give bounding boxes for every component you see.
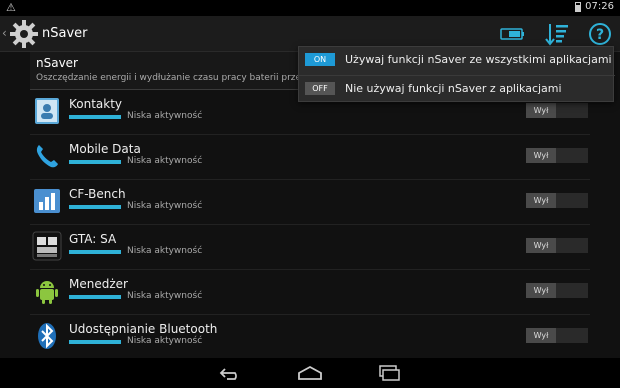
activity-bar xyxy=(69,115,121,119)
app-name: Mobile Data xyxy=(69,142,141,156)
recent-apps-icon xyxy=(379,365,400,381)
contacts-icon xyxy=(35,98,59,124)
activity-bar xyxy=(69,250,121,254)
app-name: Udostępnianie Bluetooth xyxy=(69,322,218,336)
android-icon xyxy=(36,281,58,304)
app-name: GTA: SA xyxy=(69,232,117,246)
app-toggle[interactable]: Wył xyxy=(526,328,588,343)
phone-icon xyxy=(36,145,58,168)
app-toggle[interactable]: Wył xyxy=(526,148,588,163)
activity-label: Niska aktywność xyxy=(127,246,203,256)
navigation-bar xyxy=(0,358,620,388)
list-item[interactable]: GTA: SA Niska aktywność Wył xyxy=(30,225,590,270)
global-toggle-menu: ON Używaj funkcji nSaver ze wszystkimi a… xyxy=(298,46,615,102)
gta-icon xyxy=(32,231,62,261)
menu-item-label: Używaj funkcji nSaver ze wszystkimi apli… xyxy=(345,53,612,66)
clock: 07:26 xyxy=(585,1,614,12)
activity-bar xyxy=(69,295,121,299)
toggle-label: Wył xyxy=(526,238,556,253)
activity-label: Niska aktywność xyxy=(127,156,203,166)
app-name: CF-Bench xyxy=(69,187,126,201)
battery-icon xyxy=(575,1,582,12)
back-chevron-icon[interactable]: ‹ xyxy=(2,26,7,40)
warning-icon: ⚠ xyxy=(6,1,16,14)
status-bar: ⚠ 07:26 xyxy=(0,0,620,16)
on-badge: ON xyxy=(305,53,335,66)
sort-icon xyxy=(545,24,568,46)
recent-apps-button[interactable] xyxy=(374,363,404,383)
app-toggle[interactable]: Wył xyxy=(526,283,588,298)
bar-chart-icon xyxy=(34,189,60,213)
help-button[interactable]: ? xyxy=(587,22,613,46)
toggle-label: Wył xyxy=(526,103,556,118)
activity-label: Niska aktywność xyxy=(127,111,203,121)
list-item[interactable]: Menedżer Niska aktywność Wył xyxy=(30,270,590,315)
home-button[interactable] xyxy=(295,363,325,383)
activity-bar xyxy=(69,160,121,164)
header-title: nSaver xyxy=(36,56,78,70)
activity-label: Niska aktywność xyxy=(127,201,203,211)
activity-bar xyxy=(69,205,121,209)
gear-icon[interactable] xyxy=(9,19,39,49)
app-title: nSaver xyxy=(42,26,88,41)
back-icon xyxy=(219,368,237,380)
app-name: Kontakty xyxy=(69,97,123,111)
app-toggle[interactable]: Wył xyxy=(526,103,588,118)
svg-text:?: ? xyxy=(596,27,604,43)
back-button[interactable] xyxy=(216,363,246,383)
app-toggle[interactable]: Wył xyxy=(526,193,588,208)
home-icon xyxy=(298,365,322,380)
toggle-label: Wył xyxy=(526,193,556,208)
toggle-label: Wył xyxy=(526,328,556,343)
list-item[interactable]: Udostępnianie Bluetooth Niska aktywność … xyxy=(30,315,590,360)
app-name: Menedżer xyxy=(69,277,128,291)
list-item[interactable]: Mobile Data Niska aktywność Wył xyxy=(30,135,590,180)
activity-bar xyxy=(69,340,121,344)
menu-item-enable-all[interactable]: ON Używaj funkcji nSaver ze wszystkimi a… xyxy=(299,47,615,74)
battery-toggle-button[interactable] xyxy=(500,22,526,46)
toggle-label: Wył xyxy=(526,283,556,298)
menu-item-disable-all[interactable]: OFF Nie używaj funkcji nSaver z aplikacj… xyxy=(299,75,615,102)
battery-toggle-icon xyxy=(500,28,524,40)
help-icon: ? xyxy=(589,23,611,45)
toggle-label: Wył xyxy=(526,148,556,163)
sort-button[interactable] xyxy=(544,22,570,46)
activity-label: Niska aktywność xyxy=(127,291,203,301)
off-badge: OFF xyxy=(305,82,335,95)
list-item[interactable]: CF-Bench Niska aktywność Wył xyxy=(30,180,590,225)
bluetooth-icon xyxy=(38,323,56,349)
app-toggle[interactable]: Wył xyxy=(526,238,588,253)
activity-label: Niska aktywność xyxy=(127,336,203,346)
header-subtitle: Oszczędzanie energii i wydłużanie czasu … xyxy=(36,73,306,83)
menu-item-label: Nie używaj funkcji nSaver z aplikacjami xyxy=(345,82,562,95)
